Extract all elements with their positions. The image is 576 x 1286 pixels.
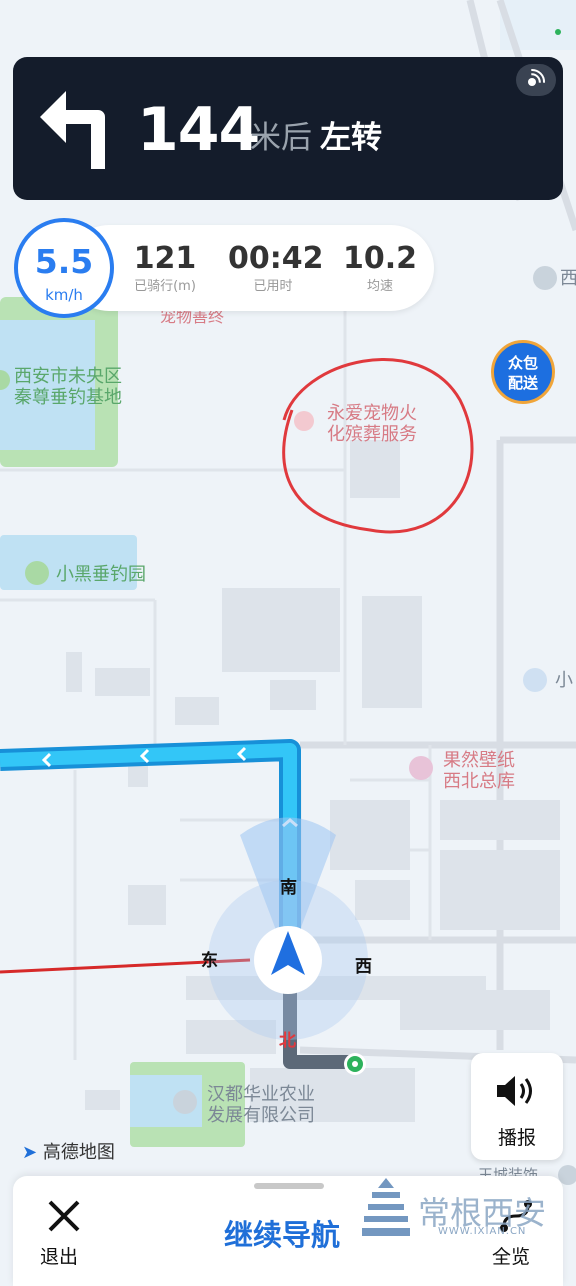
maneuver-distance: 144 [137, 95, 260, 165]
stat-distance-value: 121 [133, 241, 197, 276]
maneuver-unit: 米后 [250, 120, 312, 156]
poi-pet-cremation[interactable]: 永爱宠物火 化殡葬服务 [327, 403, 417, 445]
continue-navigation-button[interactable]: 继续导航 [224, 1212, 340, 1254]
compass-west: 西 [355, 957, 372, 977]
voice-toggle-button[interactable] [516, 64, 556, 96]
zhongbao-delivery-button[interactable]: 众包 配送 [491, 340, 555, 404]
zhongbao-line2: 配送 [507, 374, 538, 392]
speed-unit: km/h [45, 286, 83, 304]
poi-fishing-base[interactable]: 西安市未央区 秦尊垂钓基地 [14, 366, 122, 408]
exit-button[interactable] [44, 1196, 84, 1236]
poi-handu-agri[interactable]: 汉都华业农业 发展有限公司 [207, 1084, 315, 1126]
broadcast-label: 播报 [497, 1127, 536, 1149]
stat-avg-speed-value: 10.2 [342, 241, 418, 276]
amap-arrow-icon: ➤ [22, 1142, 38, 1163]
stat-time-label: 已用时 [253, 279, 293, 294]
stat-time: 00:42 已用时 [228, 240, 324, 296]
compass-south: 南 [280, 878, 297, 898]
poi-xiaohei-fishing[interactable]: 小黑垂钓园 [56, 564, 146, 585]
stat-avg-speed-label: 均速 [366, 279, 393, 294]
poi-edge-small[interactable]: 小 [555, 670, 573, 691]
watermark-url: WWW.IXIAN.CN [438, 1226, 527, 1237]
turn-left-arrow-icon [40, 91, 105, 169]
exit-label[interactable]: 退出 [40, 1242, 78, 1269]
amap-logo: ➤ 高德地图 [22, 1138, 115, 1164]
stat-distance-label: 已骑行(m) [134, 279, 196, 294]
compass-east: 东 [201, 951, 218, 971]
close-icon [48, 1200, 80, 1232]
watermark-pagoda-icon [362, 1178, 410, 1236]
compass-north: 北 [279, 1031, 296, 1051]
voice-waves-icon [528, 68, 546, 86]
stat-distance: 121 已骑行(m) [120, 240, 210, 296]
stat-time-value: 00:42 [228, 241, 324, 276]
overview-label[interactable]: 全览 [492, 1242, 530, 1269]
speed-value: 5.5 [34, 242, 94, 281]
zhongbao-line1: 众包 [507, 354, 538, 372]
poi-edge-west[interactable]: 西 [560, 268, 576, 289]
poi-label: 西安市未央区 秦尊垂钓基地 [14, 366, 122, 408]
speaker-icon [497, 1076, 532, 1106]
poi-guoran-wallpaper[interactable]: 果然壁纸 西北总库 [443, 750, 515, 792]
speedometer: 5.5 km/h [14, 218, 114, 318]
maneuver-action: 左转 [320, 120, 382, 156]
drag-handle[interactable] [254, 1183, 324, 1189]
stat-avg-speed: 10.2 均速 [335, 240, 425, 296]
amap-brand-label: 高德地图 [42, 1142, 115, 1163]
broadcast-button[interactable]: 播报 [471, 1053, 563, 1160]
